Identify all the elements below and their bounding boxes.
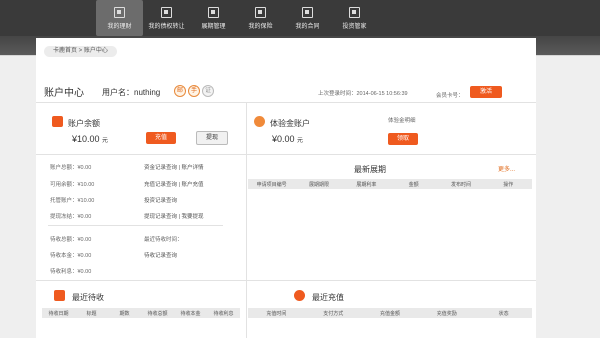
recent-due-table-header: 待收日期 标题 期数 待收总额 待收本金 待收利息 <box>42 308 240 318</box>
recharge-record-link[interactable]: 充值记录查询 | 账户充值 <box>144 180 204 188</box>
member-card-label: 会员卡号： <box>436 93 464 99</box>
wallet-icon <box>52 116 63 127</box>
trial-detail-link[interactable]: 体验金明细 <box>388 116 416 124</box>
gift-icon <box>254 116 265 127</box>
nav-item-insurance[interactable]: 我的保险 <box>237 0 284 36</box>
recharge-button[interactable]: 充值 <box>146 132 176 144</box>
recent-recharge-title: 最近充值 <box>312 293 344 302</box>
account-total: 账户总额：¥0.00 <box>50 165 92 171</box>
recent-recharge-table-header: 充值时间 支付方式 充值金额 充值奖励 状态 <box>248 308 532 318</box>
recent-due-title: 最近待收 <box>72 293 104 302</box>
balance-amount: ¥10.00 元 <box>72 134 109 144</box>
custody-account: 托管账户：¥10.00 <box>50 198 95 204</box>
trial-title: 体验金账户 <box>270 119 310 128</box>
breadcrumb[interactable]: 卡鹿首页 > 账户中心 <box>44 46 117 57</box>
document-icon <box>208 6 219 18</box>
nav-item-my-finance[interactable]: 我的理财 <box>96 0 143 36</box>
nav-item-contract[interactable]: 我的合同 <box>284 0 331 36</box>
trial-amount: ¥0.00 元 <box>272 134 304 144</box>
main-panel: 卡鹿首页 > 账户中心 账户中心 用户名：nuthing 邮 手 证 上次登录时… <box>36 38 536 338</box>
document-icon <box>114 6 125 18</box>
withdraw-frozen: 提现冻结：¥0.00 <box>50 214 92 220</box>
phone-verify-icon[interactable]: 手 <box>188 85 200 97</box>
available-balance: 可用余额：¥10.00 <box>50 182 95 188</box>
withdraw-button[interactable]: 提现 <box>196 131 228 145</box>
due-interest: 待收利息：¥0.00 <box>50 269 92 275</box>
main-nav: 我的理财 我的债权转让 展期管理 我的保险 我的合同 投资管家 <box>96 0 378 36</box>
extensions-title: 最新展期 <box>354 165 386 174</box>
document-icon <box>255 6 266 18</box>
id-verify-icon[interactable]: 证 <box>202 85 214 97</box>
divider <box>36 280 536 281</box>
recent-due-time: 最近待收时间： <box>144 237 183 243</box>
piggy-bank-icon <box>294 290 305 301</box>
nav-item-extension[interactable]: 展期管理 <box>190 0 237 36</box>
extensions-table-header: 申请项目编号 展期期限 展期利率 金额 发布时间 操作 <box>248 179 532 189</box>
balance-title: 账户余额 <box>68 119 100 128</box>
receive-button[interactable]: 领取 <box>388 133 418 145</box>
last-login-time: 上次登录时间：2014-06-15 10:56:39 <box>318 91 408 97</box>
fund-record-link[interactable]: 资金记录查询 | 账户详情 <box>144 163 204 171</box>
divider <box>36 102 536 103</box>
more-link[interactable]: 更多... <box>498 164 515 173</box>
withdraw-record-link[interactable]: 提现记录查询 | 我要提现 <box>144 212 204 220</box>
divider <box>36 154 536 155</box>
due-record-link[interactable]: 待收记录查询 <box>144 251 177 259</box>
hat-icon <box>349 6 360 18</box>
username: 用户名：nuthing <box>102 88 161 97</box>
investment-record-link[interactable]: 投资记录查询 <box>144 196 177 204</box>
divider <box>48 225 223 226</box>
document-icon <box>161 6 172 18</box>
email-verify-icon[interactable]: 邮 <box>174 85 186 97</box>
activate-button[interactable]: 激活 <box>470 86 502 98</box>
calendar-icon <box>54 290 65 301</box>
due-total: 待收总额：¥0.00 <box>50 237 92 243</box>
nav-item-investment-manager[interactable]: 投资管家 <box>331 0 378 36</box>
nav-item-debt-transfer[interactable]: 我的债权转让 <box>143 0 190 36</box>
document-icon <box>302 6 313 18</box>
column-divider <box>246 102 247 338</box>
due-principal: 待收本金：¥0.00 <box>50 253 92 259</box>
page-title: 账户中心 <box>44 88 84 99</box>
